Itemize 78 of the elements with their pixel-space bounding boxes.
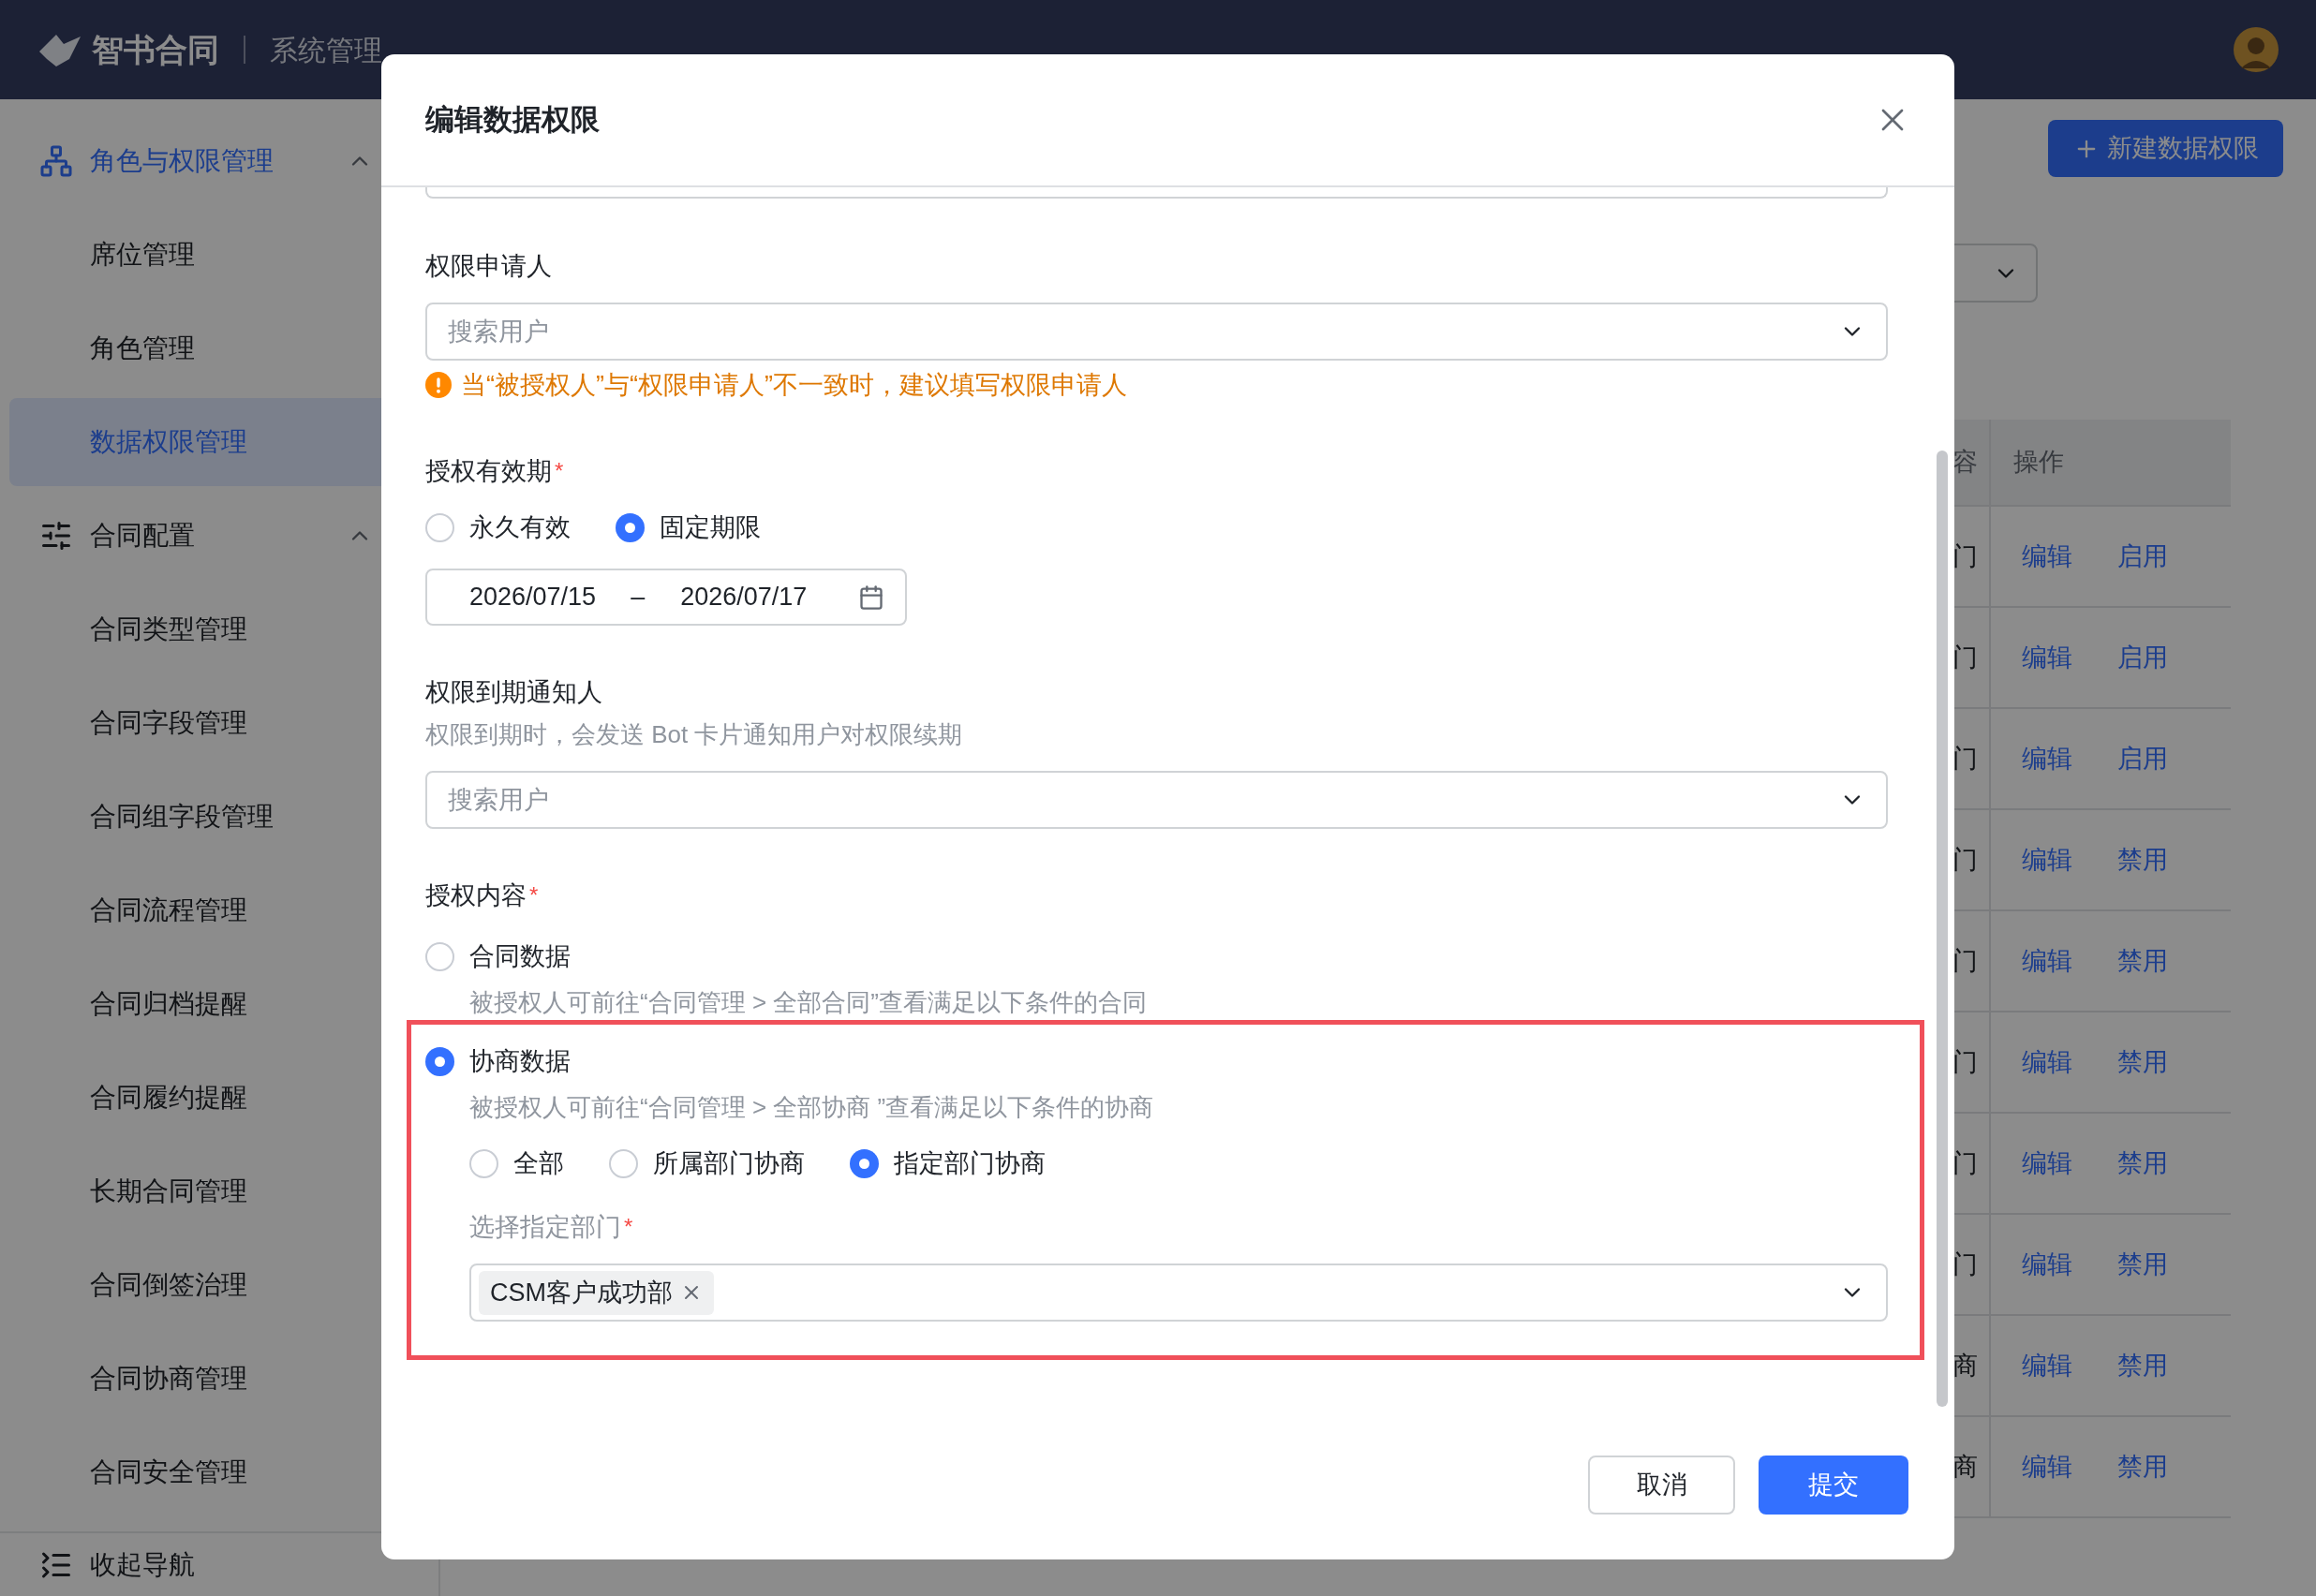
action-link[interactable]: 编辑 — [2022, 840, 2072, 879]
table-cell-text: 门 — [1952, 1046, 1978, 1078]
end-date: 2026/07/17 — [680, 582, 808, 613]
submit-button[interactable]: 提交 — [1759, 1456, 1908, 1515]
date-separator: – — [631, 582, 646, 613]
column-header: 操作 — [2013, 447, 2064, 479]
radio-label[interactable]: 永久有效 — [469, 508, 571, 547]
field-label: 权限申请人 — [425, 250, 552, 282]
field-label: 选择指定部门 — [469, 1211, 621, 1243]
table-cell-text: 门 — [1952, 540, 1978, 572]
field-label: 授权内容 — [425, 879, 527, 911]
radio-label[interactable]: 所属部门协商 — [653, 1144, 805, 1183]
required-mark: * — [624, 1213, 633, 1241]
warning-text: 当“被授权人”与“权限申请人”不一致时，建议填写权限申请人 — [461, 369, 1127, 401]
radio-label[interactable]: 合同数据 — [469, 937, 571, 976]
department-tag: CSM客户成功部 — [479, 1270, 714, 1315]
field-label: 权限到期通知人 — [425, 676, 602, 708]
calendar-icon — [858, 584, 884, 611]
table-cell-text: 门 — [1952, 1147, 1978, 1179]
action-link[interactable]: 编辑 — [2022, 1042, 2072, 1082]
section-title: 系统管理 — [270, 33, 382, 67]
radio-button[interactable] — [425, 512, 454, 542]
radio-button[interactable] — [850, 1148, 879, 1178]
action-link[interactable]: 编辑 — [2022, 1144, 2072, 1183]
action-link[interactable]: 编辑 — [2022, 1245, 2072, 1284]
radio-label[interactable]: 协商数据 — [469, 1042, 571, 1081]
table-cell-text: 门 — [1952, 1249, 1978, 1280]
action-link[interactable]: 编辑 — [2022, 537, 2072, 576]
table-cell-text: 门 — [1952, 844, 1978, 876]
action-link[interactable]: 禁用 — [2117, 1346, 2168, 1385]
option-hint: 被授权人可前往“合同管理 > 全部合同”查看满足以下条件的合同 — [469, 986, 1147, 1018]
dialog-title: 编辑数据权限 — [425, 101, 600, 138]
action-link[interactable]: 禁用 — [2117, 1042, 2168, 1082]
radio-label[interactable]: 固定期限 — [660, 508, 761, 547]
radio-label[interactable]: 全部 — [513, 1144, 564, 1183]
table-cell-text: 商 — [1952, 1451, 1978, 1483]
action-link[interactable]: 禁用 — [2117, 840, 2168, 879]
table-cell-text: 商 — [1952, 1350, 1978, 1382]
action-link[interactable]: 启用 — [2117, 739, 2168, 778]
radio-button[interactable] — [609, 1148, 638, 1178]
new-permission-button[interactable]: 新建数据权限 — [2048, 120, 2283, 177]
scrollbar-thumb[interactable] — [1937, 451, 1948, 1407]
action-link[interactable]: 编辑 — [2022, 941, 2072, 981]
action-link[interactable]: 启用 — [2117, 638, 2168, 677]
avatar — [2234, 27, 2279, 72]
radio-button[interactable] — [425, 941, 454, 971]
cancel-button[interactable]: 取消 — [1588, 1456, 1735, 1515]
department-select[interactable]: CSM客户成功部 — [469, 1264, 1888, 1322]
app-name: 智书合同 — [92, 30, 219, 69]
table-cell-text: 门 — [1952, 642, 1978, 673]
required-mark: * — [529, 881, 539, 909]
radio-button[interactable] — [469, 1148, 498, 1178]
start-date: 2026/07/15 — [469, 582, 597, 613]
table-cell-text: 门 — [1952, 945, 1978, 977]
warning-icon — [425, 372, 452, 398]
select-field[interactable] — [425, 187, 1888, 199]
select-field[interactable]: 搜索用户 — [425, 771, 1888, 829]
action-link[interactable]: 禁用 — [2117, 941, 2168, 981]
action-link[interactable]: 启用 — [2117, 537, 2168, 576]
column-header: 容 — [1952, 447, 1978, 479]
action-link[interactable]: 编辑 — [2022, 1447, 2072, 1486]
option-hint: 被授权人可前往“合同管理 > 全部协商 ”查看满足以下条件的协商 — [469, 1091, 1154, 1123]
org-chart-icon — [39, 144, 73, 178]
action-link[interactable]: 编辑 — [2022, 739, 2072, 778]
required-mark: * — [555, 457, 564, 485]
radio-button[interactable] — [616, 512, 645, 542]
sliders-icon — [39, 519, 73, 553]
date-range-field[interactable]: 2026/07/15 – 2026/07/17 — [425, 569, 907, 626]
radio-button[interactable] — [425, 1046, 454, 1076]
radio-label[interactable]: 指定部门协商 — [894, 1144, 1046, 1183]
action-link[interactable]: 禁用 — [2117, 1144, 2168, 1183]
table-cell-text: 门 — [1952, 743, 1978, 775]
select-field[interactable]: 搜索用户 — [425, 303, 1888, 361]
field-hint: 权限到期时，会发送 Bot 卡片通知用户对权限续期 — [425, 718, 963, 750]
action-link[interactable]: 编辑 — [2022, 1346, 2072, 1385]
action-link[interactable]: 禁用 — [2117, 1447, 2168, 1486]
action-link[interactable]: 禁用 — [2117, 1245, 2168, 1284]
action-link[interactable]: 编辑 — [2022, 638, 2072, 677]
